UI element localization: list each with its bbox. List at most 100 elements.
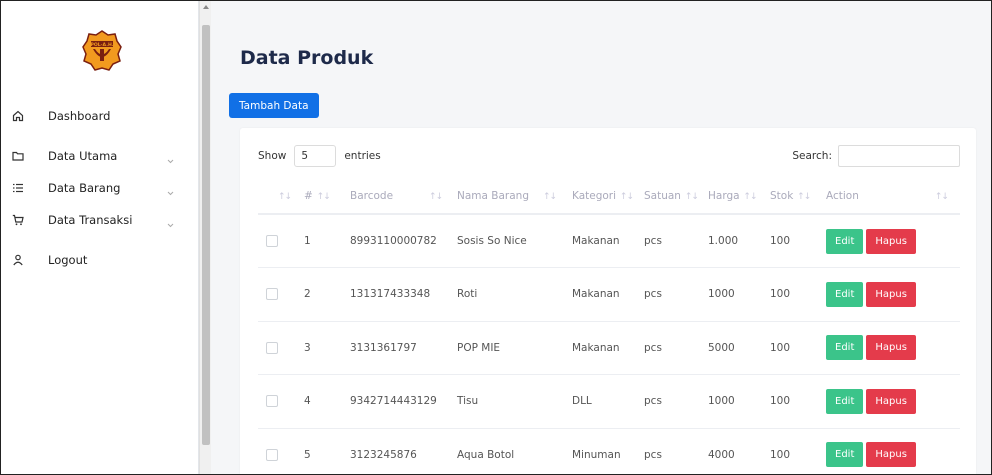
cell-satuan: pcs <box>644 214 708 268</box>
cell-barcode: 3123245876 <box>350 428 457 474</box>
entries-label: entries <box>344 150 381 162</box>
sidebar-item-data-barang[interactable]: Data Barang <box>1 173 199 203</box>
page-length-control: Show 5 entries <box>258 144 381 168</box>
table-header-row: ↑↓ # ↑↓ Barcode ↑↓ Nama Barang ↑↓ Kategori… <box>258 178 960 215</box>
cell-satuan: pcs <box>644 321 708 375</box>
cell-stok: 100 <box>770 374 826 429</box>
cell-barcode: 131317433348 <box>350 267 457 322</box>
column-header-action[interactable]: Action ↑↓ <box>826 178 960 215</box>
edit-button[interactable]: Edit <box>826 281 864 307</box>
column-header-stok[interactable]: Stok ↑↓ <box>770 178 826 215</box>
cell-satuan: pcs <box>644 267 708 322</box>
cell-harga: 1.000 <box>708 214 770 268</box>
sidebar-item-label: Data Transaksi <box>48 213 133 227</box>
sidebar-item-label: Data Utama <box>48 149 118 163</box>
cell-barcode: 9342714443129 <box>350 374 457 429</box>
cell-action: Edit Hapus <box>826 267 960 322</box>
cell-harga: 4000 <box>708 428 770 474</box>
row-checkbox[interactable] <box>266 288 278 301</box>
cell-number: 4 <box>304 374 350 429</box>
cell-stok: 100 <box>770 428 826 474</box>
sort-icon: ↑↓ <box>795 191 811 202</box>
edit-button[interactable]: Edit <box>826 388 864 414</box>
table-controls: Show 5 entries Search: <box>258 144 960 168</box>
show-label: Show <box>258 150 287 162</box>
cell-harga: 1000 <box>708 267 770 322</box>
product-table-card: Show 5 entries Search: ↑↓ # ↑↓ Barcode ↑↓… <box>240 128 976 474</box>
row-checkbox[interactable] <box>266 235 278 247</box>
cell-kategori: Makanan <box>572 267 644 322</box>
list-icon <box>11 181 25 195</box>
sidebar-item-logout[interactable]: Logout <box>1 245 199 275</box>
main-content: Data Produk Tambah Data Show 5 entries S… <box>212 1 991 474</box>
cell-nama: POP MIE <box>457 321 572 375</box>
delete-button[interactable]: Hapus <box>866 228 916 254</box>
logo[interactable]: POL-A.H. <box>82 29 122 73</box>
column-header-satuan[interactable]: Satuan ↑↓ <box>644 178 708 215</box>
chevron-down-icon <box>166 151 175 164</box>
cell-harga: 5000 <box>708 321 770 375</box>
sort-icon: ↑↓ <box>278 191 292 202</box>
cell-nama: Tisu <box>457 374 572 429</box>
column-header-kategori[interactable]: Kategori ↑↓ <box>572 178 644 215</box>
table-row: 4 9342714443129 Tisu DLL pcs 1000 100 Ed… <box>258 374 960 429</box>
column-header-nama-barang[interactable]: Nama Barang ↑↓ <box>457 178 572 215</box>
column-header-barcode[interactable]: Barcode ↑↓ <box>350 178 457 215</box>
sidebar-nav: Dashboard Data Utama Data Barang Data Tr… <box>1 101 199 275</box>
table-row: 2 131317433348 Roti Makanan pcs 1000 100… <box>258 267 960 322</box>
row-checkbox[interactable] <box>266 448 278 461</box>
cell-action: Edit Hapus <box>826 214 960 268</box>
cell-nama: Aqua Botol <box>457 428 572 474</box>
sidebar-item-data-transaksi[interactable]: Data Transaksi <box>1 205 199 235</box>
delete-button[interactable]: Hapus <box>866 335 916 361</box>
sort-icon: ↑↓ <box>429 191 443 202</box>
cell-nama: Sosis So Nice <box>457 214 572 268</box>
cell-number: 3 <box>304 321 350 375</box>
folder-icon <box>11 149 25 163</box>
search-input[interactable] <box>838 145 960 167</box>
page-title: Data Produk <box>240 47 374 69</box>
column-header-number[interactable]: # ↑↓ <box>304 178 350 215</box>
row-checkbox[interactable] <box>266 341 278 354</box>
delete-button[interactable]: Hapus <box>866 442 916 468</box>
cell-satuan: pcs <box>644 428 708 474</box>
cell-stok: 100 <box>770 214 826 268</box>
edit-button[interactable]: Edit <box>826 442 864 468</box>
cell-number: 1 <box>304 214 350 268</box>
cell-kategori: Makanan <box>572 214 644 268</box>
chevron-down-icon <box>166 183 175 196</box>
cell-barcode: 8993110000782 <box>350 214 457 268</box>
add-data-button[interactable]: Tambah Data <box>229 93 319 118</box>
sidebar: POL-A.H. Dashboard Data Utama Data Baran… <box>1 1 199 474</box>
sidebar-item-data-utama[interactable]: Data Utama <box>1 141 199 171</box>
edit-button[interactable]: Edit <box>826 335 864 361</box>
cell-kategori: Minuman <box>572 428 644 474</box>
scroll-up-arrow-icon[interactable] <box>200 3 212 13</box>
scroll-thumb[interactable] <box>202 25 210 445</box>
cell-harga: 1000 <box>708 374 770 429</box>
user-icon <box>11 253 25 267</box>
sort-icon: ↑↓ <box>741 191 757 202</box>
sort-icon: ↑↓ <box>314 191 331 202</box>
row-checkbox[interactable] <box>266 395 278 408</box>
home-icon <box>11 109 25 123</box>
delete-button[interactable]: Hapus <box>866 281 916 307</box>
sidebar-scrollbar[interactable] <box>199 1 212 474</box>
sidebar-item-dashboard[interactable]: Dashboard <box>1 101 199 131</box>
edit-button[interactable]: Edit <box>826 228 864 254</box>
table-row: 1 8993110000782 Sosis So Nice Makanan pc… <box>258 214 960 268</box>
cart-icon <box>11 213 25 227</box>
cell-number: 2 <box>304 267 350 322</box>
column-header-harga[interactable]: Harga ↑↓ <box>708 178 770 215</box>
page-length-select[interactable]: 5 <box>294 145 337 167</box>
column-header-select[interactable]: ↑↓ <box>258 178 304 215</box>
sidebar-item-label: Data Barang <box>48 181 121 195</box>
cell-barcode: 3131361797 <box>350 321 457 375</box>
cell-action: Edit Hapus <box>826 321 960 375</box>
cell-action: Edit Hapus <box>826 428 960 474</box>
chevron-down-icon <box>166 215 175 228</box>
cell-stok: 100 <box>770 321 826 375</box>
sort-icon: ↑↓ <box>618 191 634 202</box>
delete-button[interactable]: Hapus <box>866 388 916 414</box>
app-window: POL-A.H. Dashboard Data Utama Data Baran… <box>0 0 992 475</box>
